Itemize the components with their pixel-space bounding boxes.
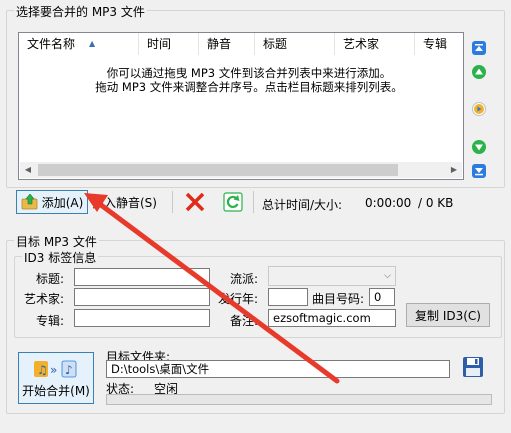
genre-label: 流派:: [230, 272, 259, 286]
year-label: 发行年:: [218, 292, 259, 306]
target-folder-input[interactable]: D:\tools\桌面\文件: [106, 360, 450, 378]
column-header-title[interactable]: 标题: [255, 33, 335, 55]
album-label: 专辑:: [36, 314, 65, 328]
add-folder-icon: [21, 193, 39, 210]
artist-label: 艺术家:: [24, 292, 65, 306]
sort-ascending-icon: ▲: [89, 39, 96, 48]
save-folder-icon[interactable]: [462, 356, 484, 378]
artist-input[interactable]: [74, 288, 210, 306]
track-number-label: 曲目号码:: [312, 292, 365, 306]
genre-select[interactable]: ⌵: [268, 266, 396, 286]
horizontal-scrollbar[interactable]: ◀ ▶: [20, 162, 462, 178]
year-input[interactable]: [268, 288, 308, 306]
progress-bar: [106, 394, 492, 405]
source-group-title: 选择要合并的 MP3 文件: [14, 3, 147, 20]
total-size-value: / 0 KB: [418, 196, 454, 210]
move-up-icon[interactable]: [472, 65, 486, 79]
refresh-icon[interactable]: [222, 191, 244, 213]
column-header-album[interactable]: 专辑: [415, 33, 463, 55]
column-header-filename[interactable]: 文件名称 ▲: [19, 33, 139, 55]
chevron-down-icon: ⌵: [384, 271, 391, 281]
svg-text:♫: ♫: [37, 363, 48, 377]
title-label: 标题:: [36, 272, 65, 286]
list-hint-line-2: 拖动 MP3 文件来调整合并序号。点击栏目标题来排列列表。: [95, 80, 403, 94]
scroll-right-icon[interactable]: ▶: [446, 162, 462, 178]
svg-text:»: »: [50, 363, 57, 377]
svg-text:♪: ♪: [65, 363, 73, 377]
merge-file-list[interactable]: 文件名称 ▲ 时间 静音 标题 艺术家 专辑 你可以通过拖曳 MP3 文件到该合…: [18, 32, 464, 180]
title-input[interactable]: [74, 268, 210, 286]
add-button[interactable]: 添加(A): [16, 190, 88, 214]
move-to-bottom-icon[interactable]: [472, 164, 486, 178]
total-time-value: 0:00:00: [365, 196, 412, 210]
toolbar-separator-1: [172, 191, 173, 213]
merge-music-icon: ♫» ♪: [32, 358, 80, 380]
column-header-time[interactable]: 时间: [139, 33, 199, 55]
total-time-size-label: 总计时间/大小:: [262, 198, 343, 212]
scroll-left-icon[interactable]: ◀: [20, 162, 36, 178]
move-to-top-icon[interactable]: [472, 41, 486, 55]
scrollbar-thumb[interactable]: [38, 164, 398, 176]
comment-input[interactable]: ezsoftmagic.com: [268, 309, 396, 327]
insert-silence-button[interactable]: 插入静音(S): [92, 190, 157, 214]
copy-id3-button[interactable]: 复制 ID3(C): [406, 303, 490, 327]
start-merge-button[interactable]: ♫» ♪ 开始合并(M): [18, 352, 94, 404]
delete-icon[interactable]: [184, 191, 206, 213]
column-header-artist[interactable]: 艺术家: [335, 33, 415, 55]
comment-label: 备注:: [230, 314, 259, 328]
column-header-silence[interactable]: 静音: [199, 33, 255, 55]
move-down-icon[interactable]: [472, 140, 486, 154]
track-number-input[interactable]: 0: [369, 288, 395, 306]
play-preview-icon[interactable]: [472, 102, 486, 116]
album-input[interactable]: [74, 309, 210, 327]
target-group-title: 目标 MP3 文件: [14, 233, 99, 250]
toolbar-separator-2: [253, 191, 254, 213]
id3-group-title: ID3 标签信息: [22, 249, 99, 266]
